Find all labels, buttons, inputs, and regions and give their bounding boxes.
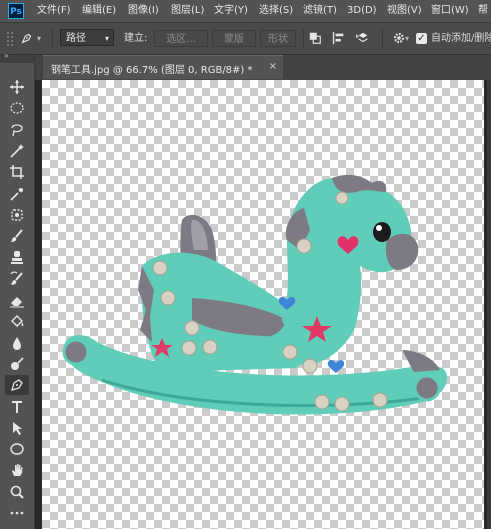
menu-select[interactable]: 选择(S) [259,0,293,22]
more-tools-button[interactable] [5,503,29,523]
healing-brush-tool-icon [11,209,23,221]
photoshop-logo: Ps [8,3,24,19]
paint-bucket-tool-button[interactable] [5,311,29,331]
path-operations-icon[interactable] [308,31,322,45]
grip-icon [7,32,13,46]
type-tool-icon [12,400,22,413]
pen-tool-icon [11,379,23,392]
marquee-tool-icon [10,102,24,114]
marquee-tool-button[interactable] [5,98,29,118]
gear-dropdown-arrow[interactable]: ▾ [405,29,409,48]
document-tab-title: 钢笔工具.jpg @ 66.7% (图层 0, RGB/8#) * [51,65,253,76]
document-tab[interactable]: 钢笔工具.jpg @ 66.7% (图层 0, RGB/8#) * × [43,55,283,79]
menu-filter[interactable]: 滤镜(T) [303,0,337,22]
options-separator [52,29,53,48]
paint-bucket-tool-icon [11,315,24,328]
horse-eye [373,222,391,242]
menu-file[interactable]: 文件(F) [37,0,71,22]
document-tab-bar: 钢笔工具.jpg @ 66.7% (图层 0, RGB/8#) * × [35,55,491,79]
lasso-tool-button[interactable] [5,120,29,140]
dodge-tool-button[interactable] [5,354,29,374]
blur-tool-icon [13,336,21,350]
brush-tool-button[interactable] [5,226,29,246]
make-mask-button[interactable]: 蒙版 [212,30,256,47]
rocking-horse-image [62,174,448,415]
magic-wand-tool-button[interactable] [5,141,29,161]
lasso-tool-icon [11,123,23,136]
tools-panel: » [0,51,35,529]
pen-preset-icon[interactable] [20,31,34,45]
preset-dropdown-arrow[interactable]: ▾ [37,29,41,48]
menu-view[interactable]: 视图(V) [387,0,422,22]
make-label: 建立: [124,33,148,44]
menu-3d[interactable]: 3D(D) [347,0,377,22]
menu-image[interactable]: 图像(I) [128,0,159,22]
menu-edit[interactable]: 编辑(E) [82,0,116,22]
healing-brush-tool-button[interactable] [5,205,29,225]
eraser-tool-button[interactable] [5,290,29,310]
zoom-tool-icon [10,485,24,499]
options-bar: ▾ 路径 ▾ 建立: 选区... 蒙版 形状 ▾ ✓ 自动添加/删除 [0,23,491,55]
hand-tool-button[interactable] [5,460,29,480]
crop-tool-icon [10,165,24,180]
horse-mane [332,174,387,193]
crop-tool-button[interactable] [5,162,29,182]
path-selection-tool-icon [13,421,22,435]
pen-tool-button[interactable] [5,375,29,396]
more-tools-icon [10,511,24,515]
menu-help[interactable]: 帮 [478,0,488,22]
history-brush-tool-icon [10,271,23,285]
tools-panel-header[interactable]: » [0,51,34,63]
zoom-tool-button[interactable] [5,482,29,502]
blur-tool-button[interactable] [5,333,29,353]
make-selection-button[interactable]: 选区... [154,30,208,47]
auto-add-delete-label: 自动添加/删除 [431,33,491,44]
eyedropper-tool-button[interactable] [5,184,29,204]
menu-type[interactable]: 文字(Y) [214,0,248,22]
chevron-down-icon: ▾ [104,34,109,43]
ellipse-tool-button[interactable] [5,439,29,459]
brush-tool-icon [11,229,23,243]
options-separator [382,29,383,48]
hand-tool-icon [12,464,23,477]
right-wheel [413,374,441,402]
move-tool-icon [10,80,24,94]
vertical-scrollbar[interactable] [487,80,491,529]
left-wheel [62,338,90,366]
path-alignment-icon[interactable] [332,31,346,45]
collapse-icon[interactable]: » [4,51,9,60]
history-brush-tool-button[interactable] [5,269,29,289]
blue-heart-lower [327,360,345,373]
auto-add-delete-checkbox[interactable]: ✓ [416,33,427,44]
horse-eye-highlight [376,225,382,231]
type-tool-button[interactable] [5,397,29,417]
close-icon[interactable]: × [269,61,277,72]
ellipse-tool-icon [10,443,24,455]
menu-window[interactable]: 窗口(W) [431,0,469,22]
eraser-tool-icon [10,297,24,308]
make-shape-button[interactable]: 形状 [260,30,296,47]
path-arrangement-icon[interactable] [356,31,370,45]
tool-mode-dropdown[interactable]: 路径 ▾ [60,29,114,46]
options-separator [303,29,304,48]
dodge-tool-icon [11,357,24,370]
document-window [35,80,491,529]
magic-wand-tool-icon [10,143,24,158]
horse-head [282,177,412,366]
menu-bar: Ps 文件(F) 编辑(E) 图像(I) 图层(L) 文字(Y) 选择(S) 滤… [0,0,491,23]
clone-stamp-tool-button[interactable] [5,247,29,267]
canvas[interactable] [42,80,484,529]
clone-stamp-tool-icon [11,251,23,265]
gear-icon[interactable] [392,31,406,45]
horse-snout [385,233,419,270]
path-selection-tool-button[interactable] [5,418,29,438]
eyedropper-tool-icon [10,187,23,201]
menu-layer[interactable]: 图层(L) [171,0,204,22]
move-tool-button[interactable] [5,77,29,97]
